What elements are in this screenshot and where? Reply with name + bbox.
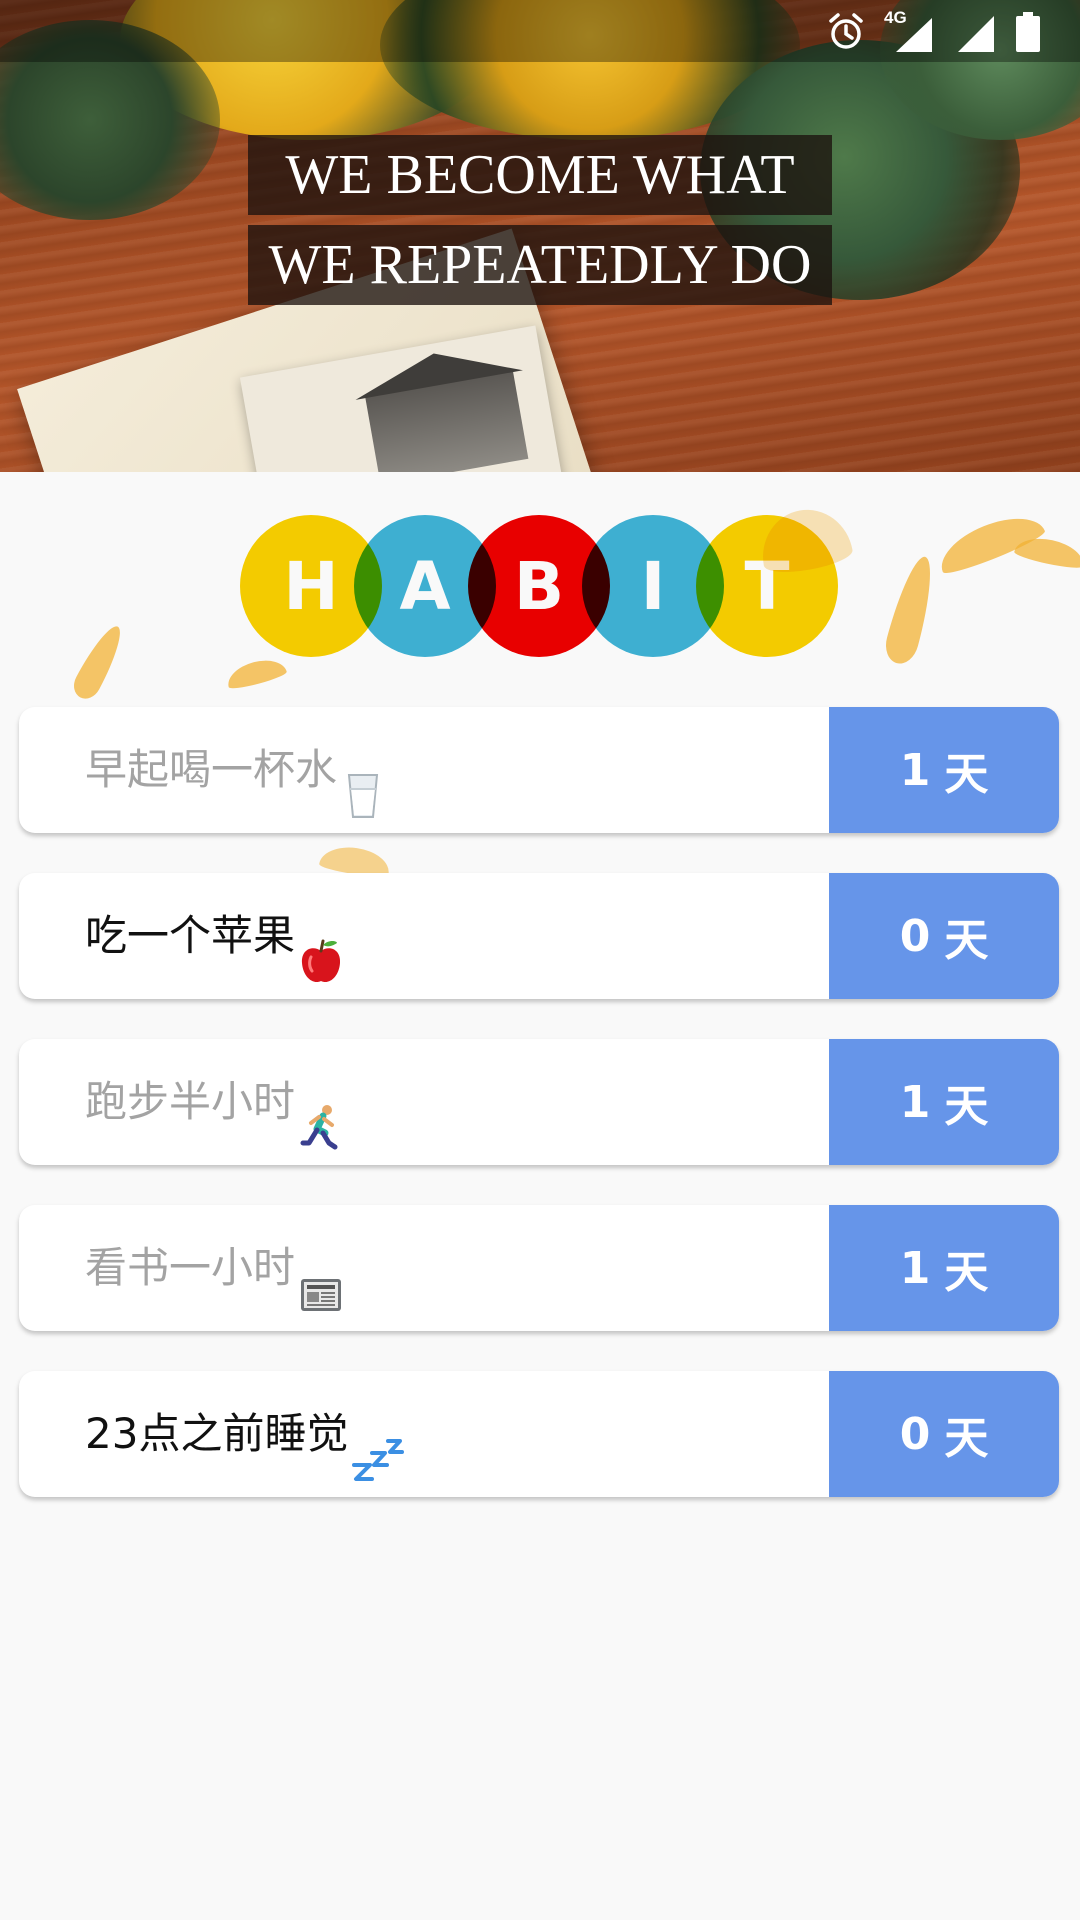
- streak-count: 1: [899, 1076, 931, 1128]
- streak-unit: 天: [944, 1413, 989, 1464]
- zzz-icon: [352, 1408, 406, 1481]
- streak-unit: 天: [944, 1081, 989, 1132]
- alarm-icon: [826, 12, 866, 52]
- streak-count: 0: [899, 1408, 931, 1460]
- streak-count: 1: [899, 744, 931, 796]
- glass-of-milk-icon: [341, 744, 385, 818]
- habit-card[interactable]: 早起喝一杯水 1 天: [19, 707, 1059, 833]
- petal-decoration: [68, 620, 130, 704]
- quote-line-1: WE BECOME WHAT: [248, 135, 832, 215]
- streak-count: 1: [899, 1242, 931, 1294]
- quote-line-2: WE REPEATEDLY DO: [248, 225, 832, 305]
- habit-card[interactable]: 吃一个苹果 0 天: [19, 873, 1059, 999]
- newspaper-icon: [299, 1242, 343, 1311]
- streak-unit: 天: [944, 749, 989, 800]
- streak-count-button[interactable]: 0 天: [829, 873, 1059, 999]
- signal-icon: [952, 10, 996, 54]
- status-bar: 4G: [0, 0, 1080, 62]
- mobile-signal-icon: 4G: [884, 8, 934, 54]
- streak-count-button[interactable]: 1 天: [829, 707, 1059, 833]
- petal-decoration: [224, 654, 288, 692]
- habit-name[interactable]: 跑步半小时: [85, 1039, 343, 1165]
- streak-count-button[interactable]: 1 天: [829, 1039, 1059, 1165]
- header-banner: 4G WE BECOME WHAT WE REPEATEDLY DO: [0, 0, 1080, 472]
- habit-name[interactable]: 早起喝一杯水: [85, 707, 385, 833]
- logo-letter-t: T: [696, 515, 838, 657]
- habit-card[interactable]: 跑步半小时 1 天: [19, 1039, 1059, 1165]
- habit-logo: H A B I T: [240, 515, 840, 657]
- habit-name[interactable]: 23点之前睡觉: [85, 1371, 406, 1497]
- streak-unit: 天: [944, 915, 989, 966]
- runner-icon: [299, 1076, 343, 1149]
- red-apple-icon: [299, 910, 343, 982]
- streak-unit: 天: [944, 1247, 989, 1298]
- habit-card[interactable]: 23点之前睡觉 0 天: [19, 1371, 1059, 1497]
- streak-count-button[interactable]: 1 天: [829, 1205, 1059, 1331]
- petal-decoration: [881, 552, 941, 668]
- streak-count: 0: [899, 910, 931, 962]
- habit-name[interactable]: 吃一个苹果: [85, 873, 343, 999]
- habit-card[interactable]: 看书一小时 1 天: [19, 1205, 1059, 1331]
- streak-count-button[interactable]: 0 天: [829, 1371, 1059, 1497]
- habit-list: 早起喝一杯水 1 天 吃一个苹果 0 天 跑步半小时 1 天 看书一小时 1 天…: [19, 707, 1059, 1537]
- battery-icon: [1014, 10, 1042, 54]
- habit-name[interactable]: 看书一小时: [85, 1205, 343, 1331]
